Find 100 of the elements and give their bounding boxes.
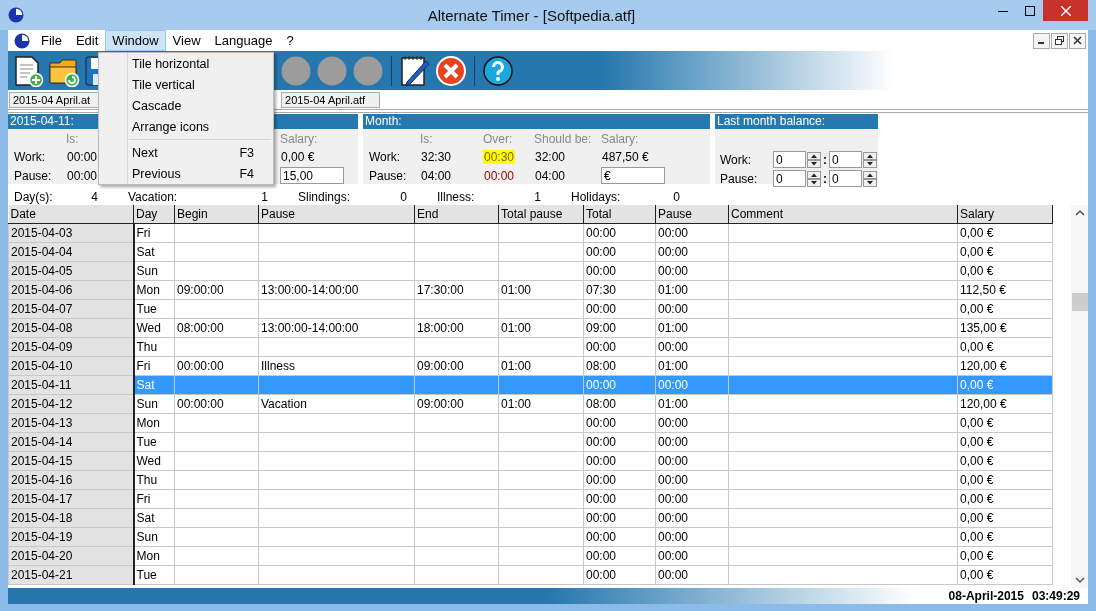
table-row[interactable]: 2015-04-06 Mon 09:00:00 13:00:00-14:00:00 17:30:00 01:00 07:30 01:00 112,50 € [8, 280, 1053, 299]
hours-field[interactable]: 0 [773, 170, 806, 187]
table-cell: 00:00 [583, 337, 656, 356]
help-icon[interactable] [482, 54, 514, 87]
minutes-field[interactable]: 0 [829, 170, 862, 187]
menu-item[interactable]: Window [105, 30, 166, 51]
column-header[interactable]: Pause [258, 205, 415, 223]
menu-item[interactable]: File [34, 30, 69, 51]
table-cell: Fri [133, 223, 175, 242]
document-tab[interactable]: 2015-04 April.atf [281, 92, 381, 108]
close-button[interactable] [1069, 32, 1086, 49]
menu-option[interactable]: Next [132, 145, 158, 160]
hours-field[interactable]: 0 [773, 151, 806, 168]
table-cell: Illness [258, 356, 415, 375]
panel-title: Last month balance: [715, 114, 878, 129]
summary-label: Holidays: [571, 190, 621, 204]
table-cell: 00:00 [583, 527, 656, 546]
table-cell: 18:00:00 [414, 318, 499, 337]
table-row[interactable]: 2015-04-08 Wed 08:00:00 13:00:00-14:00:00 18:00:00 01:00 09:00 01:00 135,00 € [8, 318, 1053, 337]
row-label: Pause: [369, 168, 407, 183]
column-header[interactable]: End [414, 205, 499, 223]
table-cell: 120,00 € [957, 356, 1053, 375]
scrollbar[interactable] [1071, 205, 1088, 588]
column-header[interactable]: Date [8, 205, 134, 223]
new-document-icon[interactable] [12, 54, 44, 87]
minutes-field[interactable]: 0 [829, 151, 862, 168]
table-cell: Mon [133, 413, 175, 432]
minimize-button[interactable] [1033, 32, 1050, 49]
column-label: Salary: [280, 132, 318, 146]
table-cell: 09:00:00 [414, 394, 499, 413]
column-header[interactable]: Comment [728, 205, 958, 223]
table-row[interactable]: 2015-04-07 Tue 00:00 00:00 0,00 € [8, 299, 1053, 318]
notepad-icon[interactable] [399, 54, 431, 87]
close-icon [1060, 5, 1071, 16]
menu-option[interactable]: Previous [132, 166, 181, 181]
table-cell: 135,00 € [957, 318, 1053, 337]
value-text: 00:30 [483, 149, 516, 164]
table-cell: 00:00 [583, 489, 656, 508]
table-row[interactable]: 2015-04-09 Thu 00:00 00:00 0,00 € [8, 337, 1053, 356]
table-row[interactable]: 2015-04-20 Mon 00:00 00:00 0,00 € [8, 546, 1053, 565]
column-label: Over: [483, 132, 513, 146]
table-row[interactable]: 2015-04-17 Fri 00:00 00:00 0,00 € [8, 489, 1053, 508]
column-header[interactable]: Salary [957, 205, 1053, 223]
summary-value: 0 [673, 190, 680, 204]
table-row[interactable]: 2015-04-13 Mon 00:00 00:00 0,00 € [8, 413, 1053, 432]
table-row[interactable]: 2015-04-03 Fri 00:00 00:00 0,00 € [8, 223, 1053, 242]
table-cell: 0,00 € [957, 242, 1053, 261]
salary-field[interactable]: 15,00 [280, 167, 344, 184]
table-cell: 0,00 € [957, 527, 1053, 546]
column-header[interactable]: Total pause [498, 205, 584, 223]
table-cell: Thu [133, 470, 175, 489]
table-cell: 00:00 [583, 413, 656, 432]
table-cell: 00:00 [655, 261, 729, 280]
table-row[interactable]: 2015-04-21 Tue 00:00 00:00 0,00 € [8, 565, 1053, 584]
summary-value: 1 [534, 190, 541, 204]
close-icon[interactable] [435, 54, 467, 87]
menu-item[interactable]: Language [207, 30, 280, 51]
table-row[interactable]: 2015-04-05 Sun 00:00 00:00 0,00 € [8, 261, 1053, 280]
column-header[interactable]: Begin [174, 205, 259, 223]
table-row[interactable]: 2015-04-18 Sat 00:00 00:00 0,00 € [8, 508, 1053, 527]
menu-option[interactable]: Cascade [132, 98, 182, 113]
table-cell: 17:30:00 [414, 280, 499, 299]
table-cell: 00:00 [583, 565, 656, 584]
table-cell: 00:00 [583, 432, 656, 451]
spinner-icon[interactable] [807, 151, 821, 168]
table-row[interactable]: 2015-04-14 Tue 00:00 00:00 0,00 € [8, 432, 1053, 451]
summary-value: 1 [261, 190, 268, 204]
table-cell: 00:00 [655, 432, 729, 451]
spinner-icon[interactable] [863, 151, 877, 168]
table-cell: 112,50 € [957, 280, 1053, 299]
clock-icon[interactable] [14, 32, 30, 49]
column-header[interactable]: Total [583, 205, 656, 223]
menu-item[interactable]: View [165, 30, 208, 51]
row-label: Pause: [720, 171, 759, 186]
value-text: 00:00 [483, 168, 516, 183]
menu-option[interactable]: Tile vertical [132, 77, 195, 92]
table-row[interactable]: 2015-04-15 Wed 00:00 00:00 0,00 € [8, 451, 1053, 470]
scroll-thumb[interactable] [1072, 293, 1088, 311]
table-row[interactable]: 2015-04-04 Sat 00:00 00:00 0,00 € [8, 242, 1053, 261]
spinner-icon[interactable] [807, 170, 821, 187]
table-cell: 0,00 € [957, 413, 1053, 432]
panel-title: Month: [363, 114, 710, 129]
column-header[interactable]: Day [133, 205, 175, 223]
table-row[interactable]: 2015-04-19 Sun 00:00 00:00 0,00 € [8, 527, 1053, 546]
summary-label: Slindings: [298, 190, 351, 204]
column-header[interactable]: Pause [655, 205, 729, 223]
salary-field[interactable]: € [601, 167, 665, 184]
menu-option[interactable]: Tile horizontal [132, 56, 210, 71]
value-text: 32:00 [534, 149, 567, 164]
row-label: Work: [14, 149, 46, 164]
restore-button[interactable] [1051, 32, 1068, 49]
circle-icon [316, 54, 348, 87]
menu-item[interactable]: Edit [68, 30, 106, 51]
table-row[interactable]: 2015-04-12 Sun 00:00:00 Vacation 09:00:00 01:00 08:00 01:00 120,00 € [8, 394, 1053, 413]
spinner-icon[interactable] [863, 170, 877, 187]
row-label: Pause: [14, 168, 52, 183]
menu-item[interactable]: ? [279, 30, 301, 51]
table-row[interactable]: 2015-04-16 Thu 00:00 00:00 0,00 € [8, 470, 1053, 489]
table-row[interactable]: 2015-04-11 Sat 00:00 00:00 0,00 € [8, 375, 1053, 394]
column-label: Is: [420, 132, 433, 146]
